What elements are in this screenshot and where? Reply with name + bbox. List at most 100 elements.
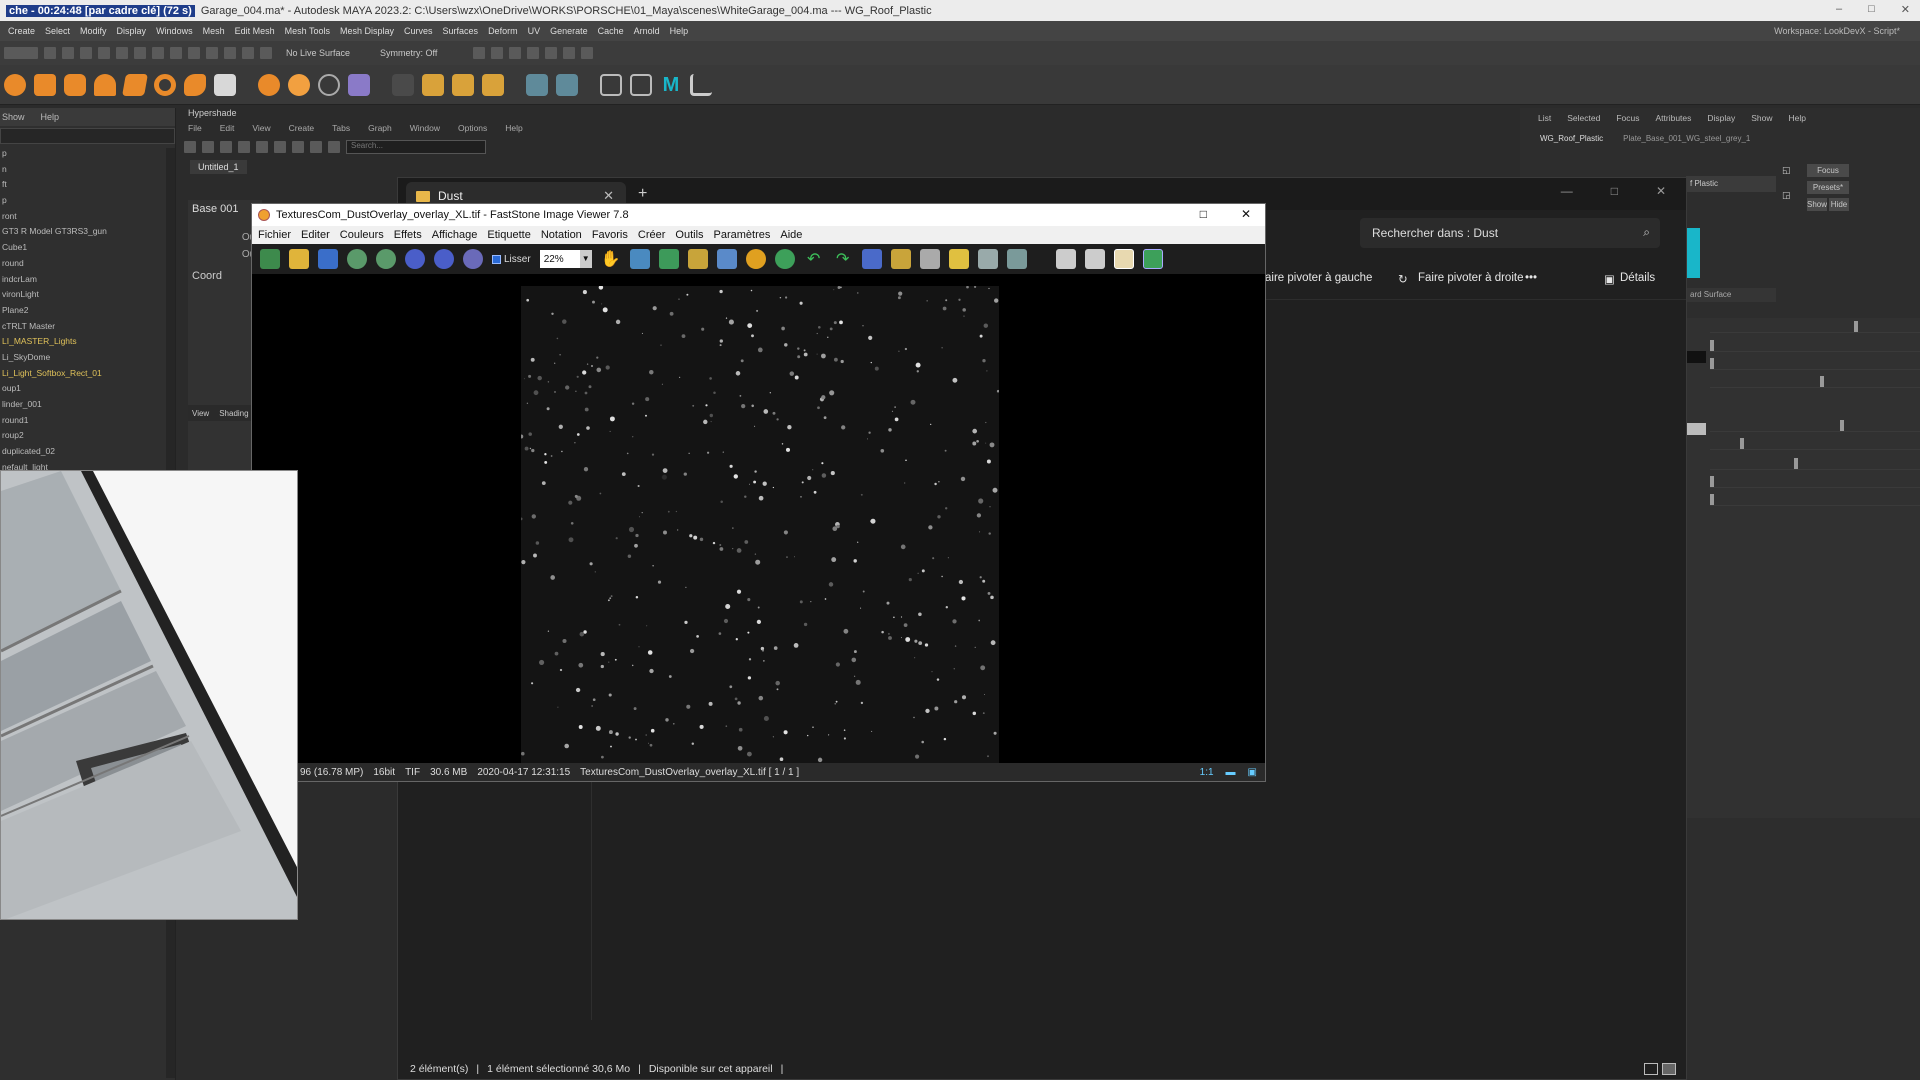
menu-item[interactable]: Deform bbox=[488, 26, 518, 36]
outliner-filter-field[interactable] bbox=[0, 128, 175, 144]
snap-point-icon[interactable] bbox=[224, 47, 236, 59]
menu-item[interactable]: Mesh Tools bbox=[285, 26, 330, 36]
fs-menu-item[interactable]: Favoris bbox=[592, 229, 628, 241]
outliner-menu-show[interactable]: Show bbox=[2, 112, 25, 122]
outliner-item[interactable]: p bbox=[0, 193, 175, 209]
snap-curve-icon[interactable] bbox=[206, 47, 218, 59]
open-folder-icon[interactable] bbox=[289, 249, 309, 269]
compare-icon[interactable] bbox=[861, 249, 882, 269]
fs-menu-item[interactable]: Etiquette bbox=[487, 229, 530, 241]
outliner-item[interactable]: vironLight bbox=[0, 287, 175, 303]
explorer-search-input[interactable]: Rechercher dans : Dust ⌕ bbox=[1360, 218, 1660, 248]
sphere-icon[interactable] bbox=[4, 73, 26, 96]
redo-icon[interactable] bbox=[116, 47, 128, 59]
pipe-icon[interactable] bbox=[184, 73, 206, 96]
render-view-icon[interactable] bbox=[473, 47, 486, 59]
menu-item[interactable]: Mesh Display bbox=[340, 26, 394, 36]
presets-button[interactable]: Presets* bbox=[1807, 181, 1849, 194]
close-icon[interactable]: ✕ bbox=[1901, 3, 1910, 16]
scan-icon[interactable] bbox=[919, 249, 940, 269]
hs-menu-item[interactable]: Options bbox=[458, 123, 487, 133]
outliner-item[interactable]: cTRLT Master bbox=[0, 319, 175, 335]
maya-logo-icon[interactable]: M bbox=[660, 74, 682, 96]
hypershade-tab[interactable]: Untitled_1 bbox=[190, 160, 247, 174]
fit-window-icon[interactable] bbox=[629, 249, 650, 269]
clear-graph-icon[interactable] bbox=[292, 141, 304, 153]
wallpaper-icon[interactable] bbox=[1006, 249, 1027, 269]
symmetry-label[interactable]: Symmetry: Off bbox=[380, 48, 437, 58]
fs-menu-item[interactable]: Couleurs bbox=[340, 229, 384, 241]
dust-overlay-image[interactable] bbox=[521, 286, 999, 764]
ae-menu-item[interactable]: Focus bbox=[1616, 113, 1639, 123]
details-icon[interactable]: ▣ bbox=[1604, 272, 1615, 286]
arnold-render-icon[interactable] bbox=[563, 47, 576, 59]
camera-icon[interactable] bbox=[630, 73, 652, 96]
menu-item[interactable]: Edit Mesh bbox=[235, 26, 275, 36]
curve-tool-icon[interactable] bbox=[392, 73, 414, 96]
outliner-item[interactable]: n bbox=[0, 162, 175, 178]
outliner-item[interactable]: LI_MASTER_Lights bbox=[0, 334, 175, 350]
lookdev-icon[interactable] bbox=[690, 73, 712, 96]
hs-menu-item[interactable]: View bbox=[252, 123, 270, 133]
paint-tool-icon[interactable] bbox=[482, 73, 504, 96]
hs-shading-tab[interactable]: Shading bbox=[219, 409, 248, 418]
uv-editor-icon[interactable] bbox=[526, 73, 548, 96]
menu-item[interactable]: Cache bbox=[598, 26, 624, 36]
tiles-view-icon[interactable] bbox=[1662, 1063, 1676, 1075]
menu-item[interactable]: Mesh bbox=[203, 26, 225, 36]
browser-icon[interactable] bbox=[260, 249, 280, 269]
plane-icon[interactable] bbox=[122, 73, 148, 96]
outliner-item[interactable]: Li_Light_Softbox_Rect_01 bbox=[0, 366, 175, 382]
rotate-left-icon[interactable]: ↶ bbox=[804, 249, 824, 269]
chevron-down-icon[interactable]: ▼ bbox=[579, 250, 592, 268]
menu-item[interactable]: Surfaces bbox=[443, 26, 479, 36]
outliner-item[interactable]: GT3 R Model GT3RS3_gun bbox=[0, 224, 175, 240]
open-scene-icon[interactable] bbox=[62, 47, 74, 59]
fs-menu-item[interactable]: Affichage bbox=[432, 229, 478, 241]
outliner-item[interactable]: round bbox=[0, 256, 175, 272]
fs-menu-item[interactable]: Fichier bbox=[258, 229, 291, 241]
snap-surface-icon[interactable] bbox=[260, 47, 272, 59]
render-current-icon[interactable] bbox=[491, 47, 504, 59]
fs-menu-item[interactable]: Outils bbox=[675, 229, 703, 241]
maximize-icon[interactable]: □ bbox=[1611, 184, 1618, 198]
actual-size-icon[interactable] bbox=[463, 249, 483, 269]
cone-icon[interactable] bbox=[94, 73, 116, 96]
ae-menu-item[interactable]: Display bbox=[1707, 113, 1735, 123]
outliner-item[interactable]: Li_SkyDome bbox=[0, 350, 175, 366]
ae-name-field[interactable]: f Plastic bbox=[1686, 176, 1776, 192]
maximize-icon[interactable]: □ bbox=[1868, 3, 1875, 16]
mesh-light-icon[interactable] bbox=[348, 73, 370, 96]
hs-menu-item[interactable]: Window bbox=[410, 123, 440, 133]
hs-menu-item[interactable]: Create bbox=[289, 123, 315, 133]
refresh-icon[interactable] bbox=[328, 141, 340, 153]
menu-item[interactable]: Arnold bbox=[634, 26, 660, 36]
outliner-item[interactable]: duplicated_02 bbox=[0, 444, 175, 460]
outliner-item[interactable]: ft bbox=[0, 177, 175, 193]
hypershade-search-input[interactable]: Search... bbox=[346, 140, 486, 154]
show-button[interactable]: Show bbox=[1807, 198, 1827, 211]
ae-copy-tab-icon[interactable]: ◲ bbox=[1782, 190, 1791, 201]
hs-menu-item[interactable]: Tabs bbox=[332, 123, 350, 133]
red-eye-icon[interactable] bbox=[774, 249, 795, 269]
menu-item[interactable]: Curves bbox=[404, 26, 433, 36]
menu-item[interactable]: Modify bbox=[80, 26, 107, 36]
render-view-icon[interactable] bbox=[600, 73, 622, 96]
hs-menu-item[interactable]: Graph bbox=[368, 123, 392, 133]
area-light-icon[interactable] bbox=[258, 73, 280, 96]
close-icon[interactable]: ✕ bbox=[1241, 207, 1251, 221]
adjust-colors-icon[interactable] bbox=[745, 249, 766, 269]
save-scene-icon[interactable] bbox=[80, 47, 92, 59]
zoom-in-icon[interactable] bbox=[405, 249, 425, 269]
snap-grid-icon[interactable] bbox=[188, 47, 200, 59]
graph-downstream-icon[interactable] bbox=[274, 141, 286, 153]
rotate-right-icon[interactable]: ↷ bbox=[833, 249, 853, 269]
ae-load-icon[interactable]: ◱ bbox=[1782, 165, 1791, 176]
menu-item[interactable]: Generate bbox=[550, 26, 588, 36]
details-view-icon[interactable] bbox=[1644, 1063, 1658, 1075]
outliner-item[interactable]: indcrLam bbox=[0, 272, 175, 288]
menu-item[interactable]: Display bbox=[117, 26, 147, 36]
graph-upstream-icon[interactable] bbox=[256, 141, 268, 153]
workspace-selector[interactable]: Workspace: LookDevX - Script* bbox=[1774, 26, 1900, 36]
fs-menu-item[interactable]: Paramètres bbox=[714, 229, 771, 241]
